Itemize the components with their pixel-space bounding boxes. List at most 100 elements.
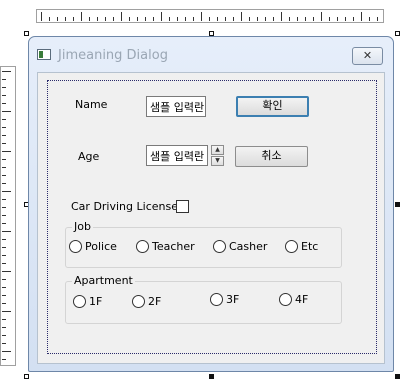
ruler-tick	[289, 17, 290, 21]
ruler-tick	[2, 303, 6, 304]
age-input[interactable]: 샘플 입력란	[146, 145, 208, 166]
radio-label: Etc	[301, 240, 319, 253]
ruler-tick	[2, 335, 6, 336]
ruler-tick	[97, 17, 98, 21]
radio-circle[interactable]	[210, 293, 223, 306]
ruler-tick	[329, 17, 330, 21]
job-radio-etc[interactable]: Etc	[285, 240, 318, 253]
app-icon	[37, 49, 51, 60]
ruler-tick	[2, 327, 6, 328]
spin-up-icon[interactable]: ▲	[211, 145, 224, 155]
radio-circle[interactable]	[69, 240, 82, 253]
apartment-radio-1f[interactable]: 1F	[73, 295, 102, 308]
radio-circle[interactable]	[136, 240, 149, 253]
ruler-tick	[2, 343, 6, 344]
ruler-tick	[241, 12, 242, 21]
job-radio-casher[interactable]: Casher	[213, 240, 267, 253]
ruler-tick	[281, 12, 282, 21]
resize-handle[interactable]	[209, 374, 214, 379]
close-button[interactable]: ✕	[352, 47, 383, 65]
ruler-tick	[2, 295, 6, 296]
dialog-title: Jimeaning Dialog	[58, 48, 168, 63]
age-spinner[interactable]: ▲ ▼	[211, 145, 224, 166]
radio-circle[interactable]	[213, 240, 226, 253]
ruler-tick	[2, 311, 11, 312]
radio-circle[interactable]	[73, 295, 86, 308]
ruler-tick	[2, 95, 6, 96]
ruler-tick	[2, 351, 11, 352]
ruler-tick	[2, 87, 6, 88]
ruler-tick	[2, 207, 6, 208]
ruler-tick	[65, 17, 66, 21]
ok-button[interactable]: 확인	[236, 96, 309, 117]
radio-label: 3F	[226, 293, 240, 306]
name-input[interactable]: 샘플 입력란	[146, 96, 206, 117]
ruler-tick	[217, 17, 218, 21]
ruler-tick	[305, 17, 306, 21]
resize-handle[interactable]	[24, 374, 29, 379]
resize-handle[interactable]	[24, 31, 29, 36]
ruler-tick	[113, 17, 114, 21]
spin-down-icon[interactable]: ▼	[211, 156, 224, 166]
ruler-tick	[377, 17, 378, 21]
ruler-tick	[137, 17, 138, 21]
ruler-tick	[273, 17, 274, 21]
ruler-tick	[2, 271, 11, 272]
license-label: Car Driving License	[71, 200, 178, 213]
radio-circle[interactable]	[279, 293, 292, 306]
ruler-tick	[297, 17, 298, 21]
apartment-radio-3f[interactable]: 3F	[210, 293, 239, 306]
dialog-window: Jimeaning Dialog ✕ Name 샘플 입력란 확인 Age 샘플…	[28, 36, 394, 372]
ruler-tick	[145, 17, 146, 21]
radio-circle[interactable]	[132, 295, 145, 308]
ruler-tick	[345, 17, 346, 21]
ruler-tick	[2, 247, 6, 248]
license-checkbox[interactable]	[176, 200, 189, 213]
resize-handle[interactable]	[395, 202, 400, 207]
radio-label: 4F	[295, 293, 309, 306]
ruler-tick	[2, 111, 11, 112]
ruler-tick	[2, 239, 6, 240]
ruler-tick	[2, 255, 6, 256]
ruler-tick	[321, 12, 322, 21]
ruler-tick	[169, 17, 170, 21]
job-radio-police[interactable]: Police	[69, 240, 117, 253]
ruler-tick	[369, 17, 370, 21]
radio-circle[interactable]	[285, 240, 298, 253]
ruler-tick	[153, 17, 154, 21]
job-group-title: Job	[72, 220, 93, 233]
ruler-tick	[2, 143, 6, 144]
apartment-radio-4f[interactable]: 4F	[279, 293, 308, 306]
ruler-tick	[233, 17, 234, 21]
cancel-button[interactable]: 취소	[235, 146, 308, 167]
job-radio-teacher[interactable]: Teacher	[136, 240, 195, 253]
ruler-tick	[73, 17, 74, 21]
vertical-ruler	[0, 66, 16, 366]
ruler-tick	[2, 199, 6, 200]
ruler-tick	[49, 17, 50, 21]
dialog-titlebar[interactable]: Jimeaning Dialog ✕	[29, 37, 393, 69]
ruler-tick	[2, 263, 6, 264]
resize-handle[interactable]	[395, 374, 400, 379]
ruler-tick	[2, 191, 11, 192]
ruler-tick	[2, 151, 11, 152]
ruler-tick	[209, 17, 210, 21]
ruler-tick	[2, 103, 6, 104]
resize-handle[interactable]	[395, 31, 400, 36]
ruler-tick	[2, 287, 6, 288]
name-label: Name	[75, 98, 108, 111]
ruler-tick	[2, 71, 11, 72]
ruler-tick	[193, 17, 194, 21]
apartment-group-title: Apartment	[72, 274, 135, 287]
ruler-tick	[265, 17, 266, 21]
ruler-tick	[57, 17, 58, 21]
ruler-tick	[257, 17, 258, 21]
ruler-tick	[2, 279, 6, 280]
ruler-tick	[353, 17, 354, 21]
age-label: Age	[78, 150, 100, 163]
ruler-tick	[81, 12, 82, 21]
apartment-radio-2f[interactable]: 2F	[132, 295, 161, 308]
ruler-tick	[89, 17, 90, 21]
ruler-tick	[105, 17, 106, 21]
ruler-tick	[177, 17, 178, 21]
